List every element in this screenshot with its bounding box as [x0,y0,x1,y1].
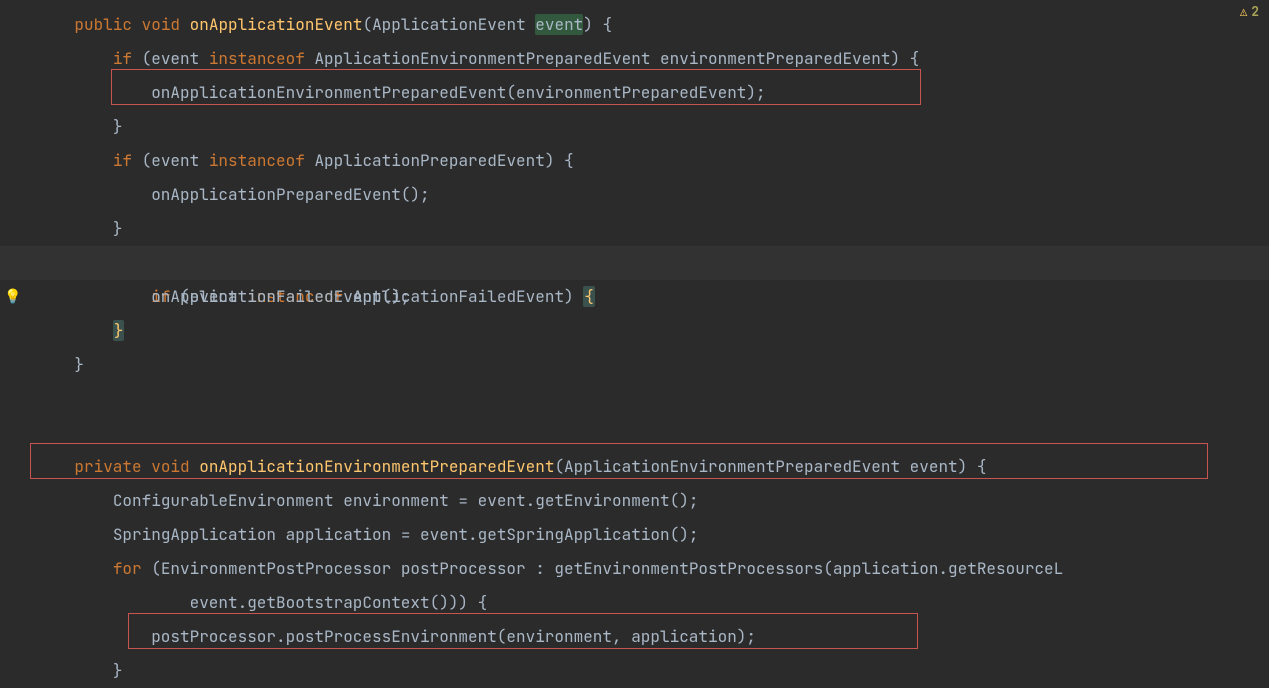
code-line[interactable]: onApplicationFailedEvent(); [0,280,1269,314]
param-highlight: event [535,14,583,35]
text: SpringApplication application = event.ge… [113,524,699,545]
text: event.getBootstrapContext())) { [190,592,488,613]
code-line[interactable]: onApplicationPreparedEvent(); [0,178,1269,212]
code-line[interactable]: } [0,348,1269,382]
code-line[interactable]: ConfigurableEnvironment environment = ev… [0,484,1269,518]
keyword: void [142,14,180,35]
code-editor[interactable]: ⚠ 2 public void onApplicationEvent(Appli… [0,0,1269,688]
text: ApplicationEnvironmentPreparedEvent envi… [305,48,919,69]
code-line[interactable]: } [0,314,1269,348]
text: (event [132,48,209,69]
keyword: if [113,150,132,171]
keyword: private [74,456,141,477]
code-line[interactable]: if (event instanceof ApplicationPrepared… [0,144,1269,178]
method-name: onApplicationEnvironmentPreparedEvent [199,456,554,477]
brace: } [113,218,123,239]
code-line[interactable]: onApplicationEnvironmentPreparedEvent(en… [0,76,1269,110]
call: onApplicationEnvironmentPreparedEvent(en… [151,82,765,103]
brace: } [113,660,123,681]
code-line[interactable]: } [0,212,1269,246]
text: ApplicationPreparedEvent) { [305,150,574,171]
text: (event [132,150,209,171]
text: ConfigurableEnvironment environment = ev… [113,490,699,511]
code-line[interactable]: SpringApplication application = event.ge… [0,518,1269,552]
keyword: for [113,558,142,579]
code-line[interactable]: } [0,654,1269,688]
code-line[interactable]: public void onApplicationEvent(Applicati… [0,8,1269,42]
keyword: void [151,456,189,477]
brace-match: } [113,320,125,341]
code-line[interactable]: for (EnvironmentPostProcessor postProces… [0,552,1269,586]
code-line[interactable] [0,382,1269,416]
keyword: public [74,14,132,35]
code-line[interactable]: postProcessor.postProcessEnvironment(env… [0,620,1269,654]
brace: } [74,354,84,375]
text: postProcessor.postProcessEnvironment(env… [151,626,756,647]
code-line[interactable]: } [0,110,1269,144]
keyword: instanceof [209,48,305,69]
punct: ( [362,14,372,35]
keyword: instanceof [209,150,305,171]
call: onApplicationPreparedEvent(); [151,184,429,205]
type: ApplicationEvent [372,14,535,35]
method-name: onApplicationEvent [190,14,363,35]
text: (EnvironmentPostProcessor postProcessor … [142,558,1064,579]
call: onApplicationFailedEvent(); [151,286,410,307]
code-line[interactable] [0,416,1269,450]
code-line[interactable]: event.getBootstrapContext())) { [0,586,1269,620]
code-line-caret[interactable]: 💡 if (event instanceof ApplicationFailed… [0,246,1269,280]
code-line[interactable]: if (event instanceof ApplicationEnvironm… [0,42,1269,76]
brace: } [113,116,123,137]
punct: ) { [583,14,612,35]
keyword: if [113,48,132,69]
code-line[interactable]: private void onApplicationEnvironmentPre… [0,450,1269,484]
text: (ApplicationEnvironmentPreparedEvent eve… [554,456,986,477]
